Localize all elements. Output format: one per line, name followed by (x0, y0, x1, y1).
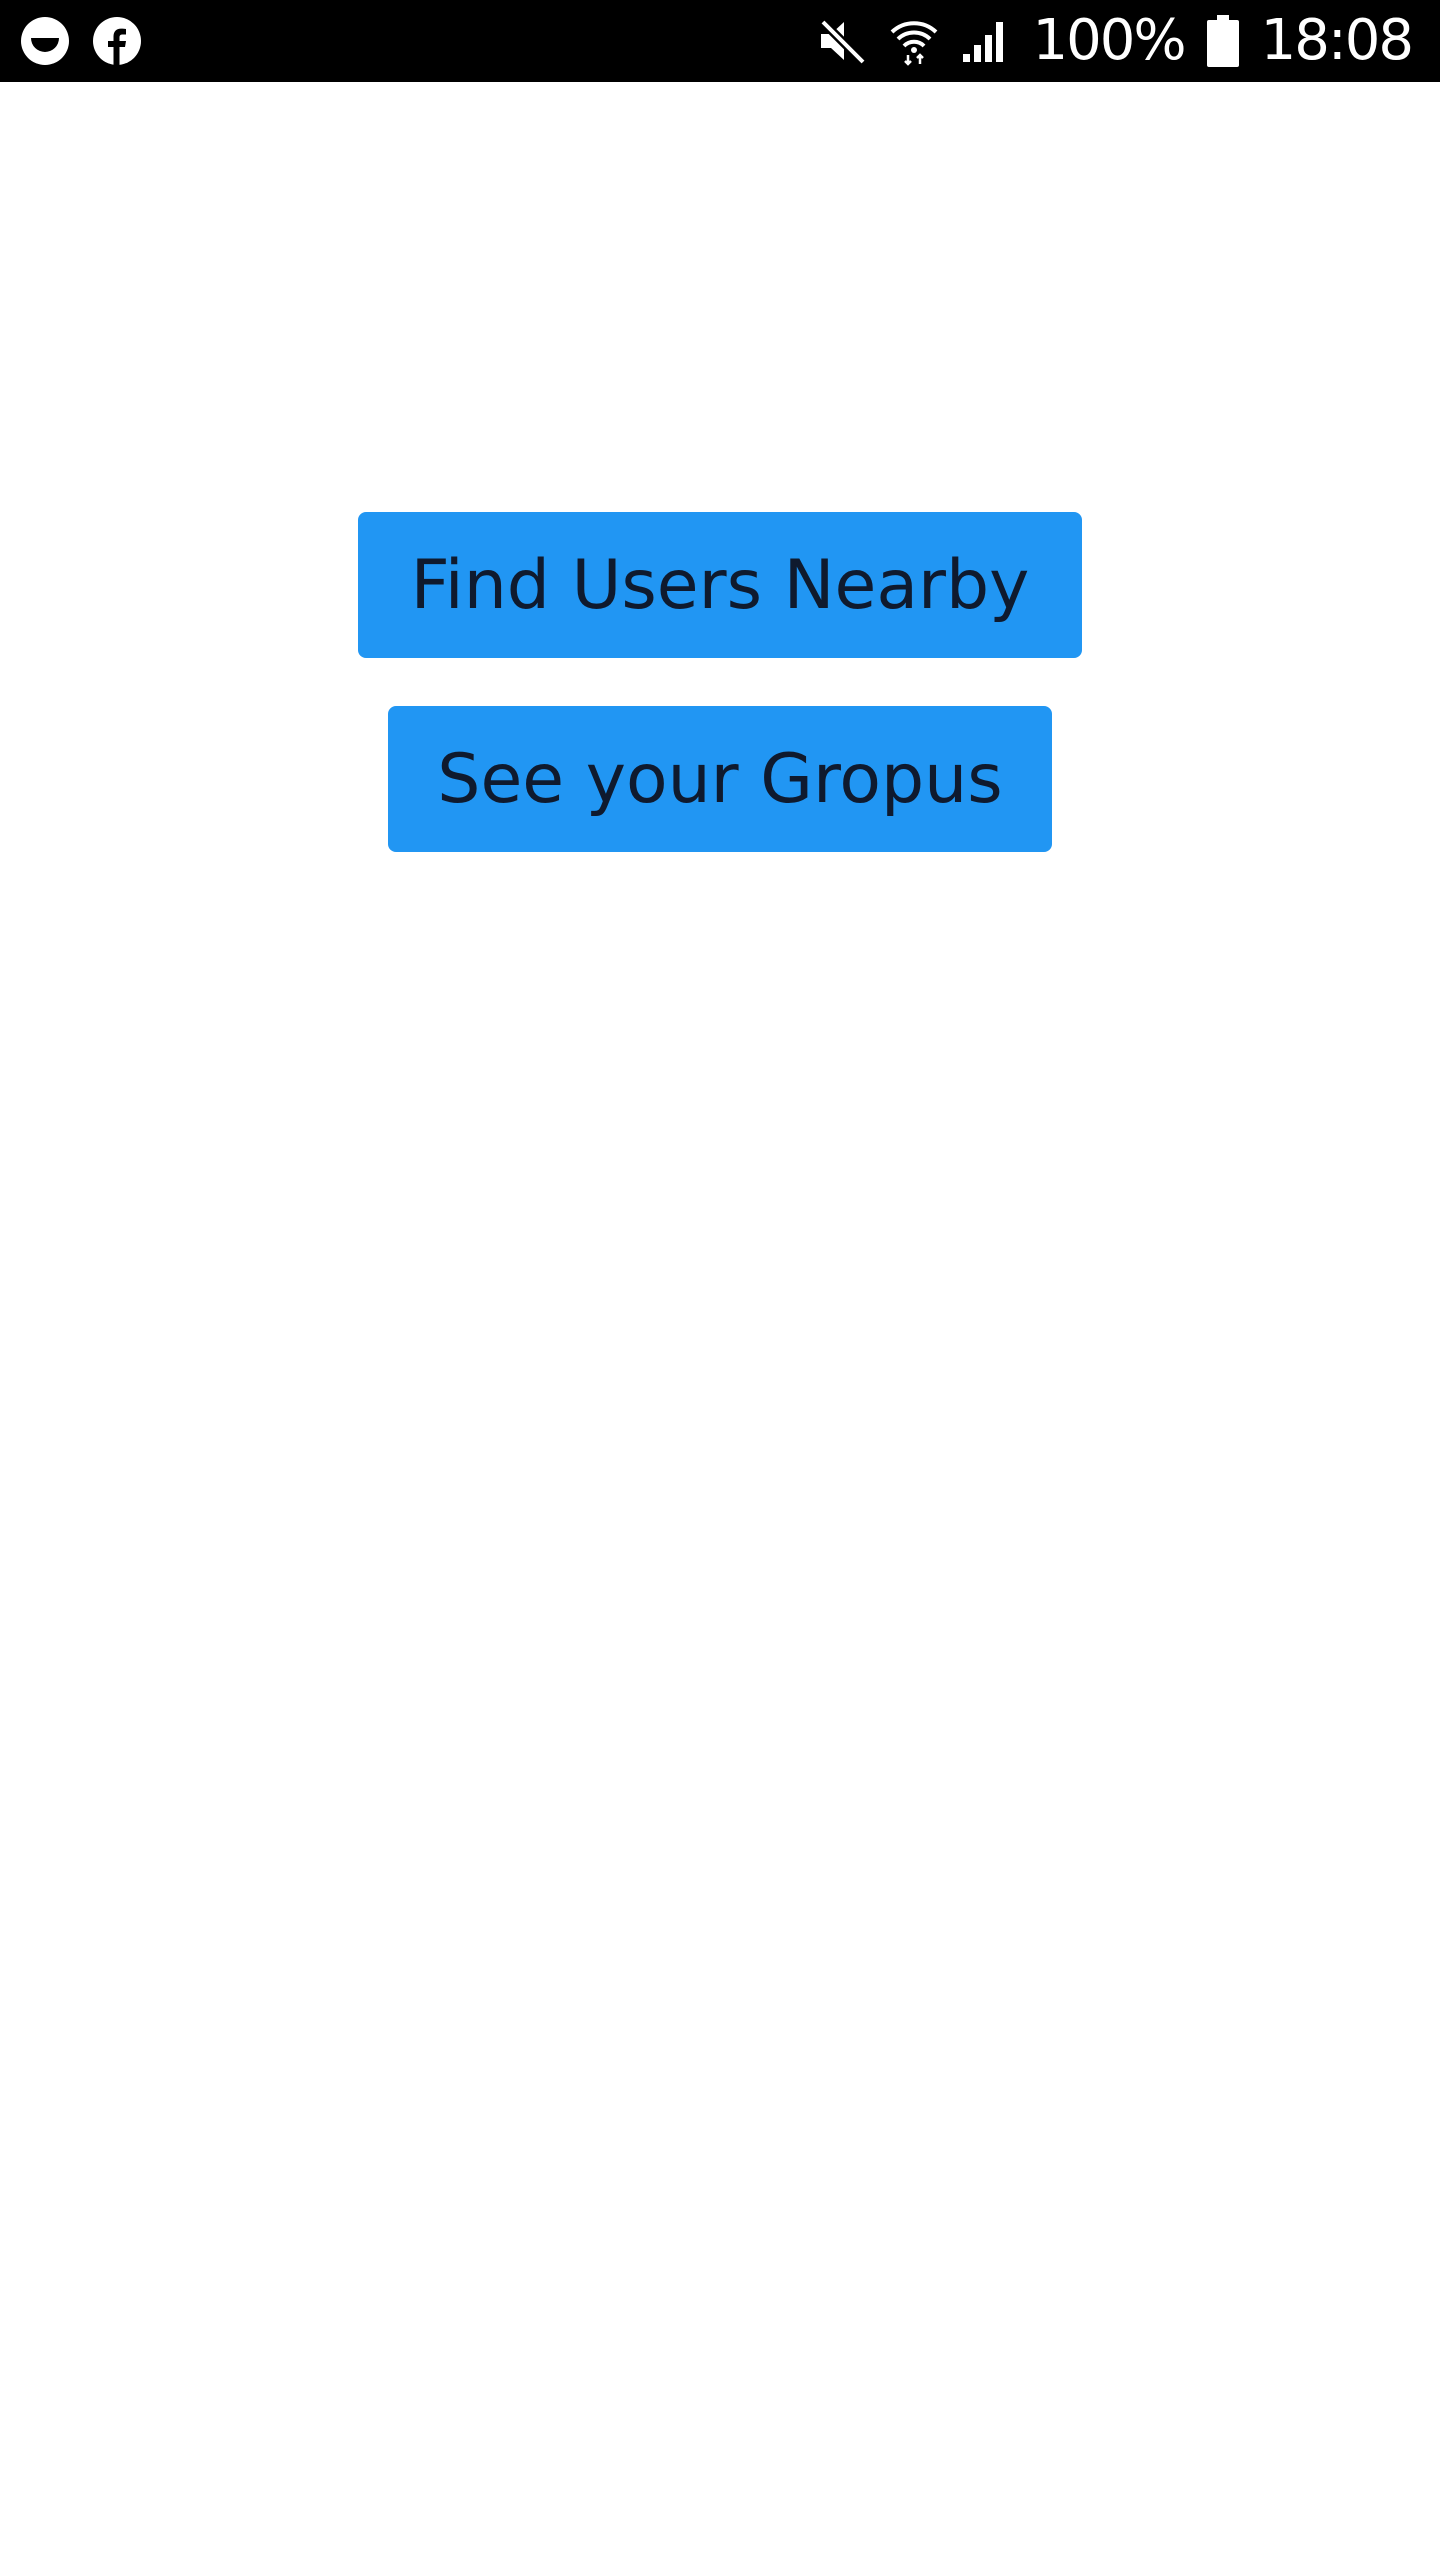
find-users-nearby-button[interactable]: Find Users Nearby (358, 512, 1082, 658)
battery-icon (1206, 15, 1239, 67)
mute-icon (817, 16, 867, 66)
battery-percent: 100% (1032, 8, 1187, 73)
status-bar-notifications (20, 0, 142, 82)
see-your-groups-button[interactable]: See your Gropus (388, 706, 1052, 852)
status-bar: 100% 18:08 (0, 0, 1440, 82)
status-bar-system: 100% 18:08 (817, 0, 1414, 82)
clock: 18:08 (1260, 8, 1414, 73)
main-content: Find Users Nearby See your Gropus (0, 82, 1440, 2560)
facebook-icon (92, 16, 142, 66)
cell-signal-icon (961, 16, 1011, 66)
smiley-notification-icon (20, 16, 70, 66)
wifi-icon (889, 16, 939, 66)
